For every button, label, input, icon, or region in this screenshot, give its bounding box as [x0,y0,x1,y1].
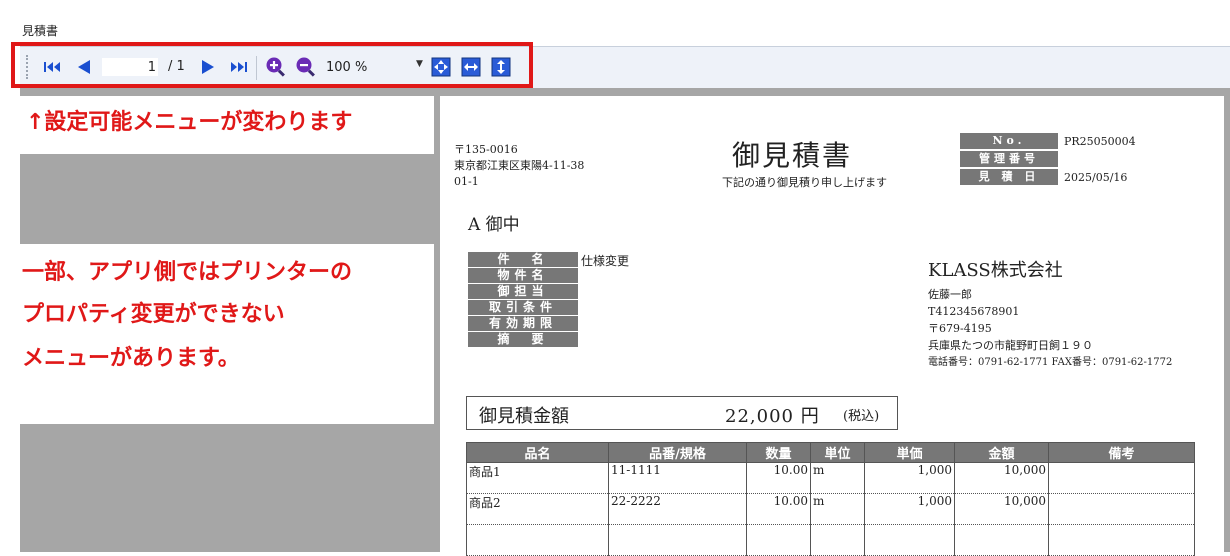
meta-label: 見 積 日 [960,169,1058,185]
printer-note-line: メニューがあります。 [22,346,240,371]
estimate-info-block: 件 名仕様変更 物件名 御担当 取引条件 有効期限 摘 要 [468,252,629,348]
table-cell [954,524,1049,556]
company-line: 〒679-4195 [928,322,992,335]
sender-address-line: 〒135-0016 [454,143,518,156]
column-header: 単価 [864,442,955,463]
info-label: 件 名 [468,252,578,267]
estimate-meta-block: No. PR25050004 管理番号 見 積 日 2025/05/16 [960,132,1136,186]
sender-address-line: 01-1 [454,175,479,188]
document-subtitle: 下記の通り御見積り申し上げます [722,176,887,189]
menu-note-text: ↑設定可能メニューが変わります [26,110,353,135]
info-value: 仕様変更 [581,254,630,268]
meta-label: 管理番号 [960,151,1058,167]
column-header: 品名 [466,442,609,463]
table-cell: m [810,462,865,494]
menu-note-panel: ↑設定可能メニューが変わります [20,96,434,154]
table-cell [1048,524,1195,556]
table-cell [1048,493,1195,525]
meta-value: 2025/05/16 [1064,170,1128,184]
table-cell: 10,000 [954,462,1049,494]
table-row [466,524,1195,556]
info-label: 摘 要 [468,332,578,347]
info-label: 取引条件 [468,300,578,315]
sender-address: 〒135-0016 東京都江東区東陽4-11-38 01-1 [454,142,584,190]
table-row: 商品2 22-2222 10.00 m 1,000 10,000 [466,493,1195,525]
column-header: 品番/規格 [608,442,747,463]
column-header: 金額 [954,442,1049,463]
company-line: 佐藤一郎 [928,288,972,301]
table-cell: 1,000 [864,462,955,494]
company-line: 兵庫県たつの市龍野町日飼１９０ [928,339,1093,352]
printer-note-line: プロパティ変更ができない [22,302,285,327]
company-block: KLASS株式会社 佐藤一郎 T412345678901 〒679-4195 兵… [928,256,1172,371]
table-cell [466,524,609,556]
meta-label: No. [960,133,1058,149]
table-cell: 10,000 [954,493,1049,525]
column-header: 単位 [810,442,865,463]
amount-label: 御見積金額 [479,406,569,427]
estimate-document-page: 〒135-0016 東京都江東区東陽4-11-38 01-1 御見積書 下記の通… [440,96,1224,556]
estimate-amount-box: 御見積金額 22,000 円 (税込) [466,396,898,430]
table-cell: 22-2222 [608,493,747,525]
table-cell: m [810,493,865,525]
amount-tax-note: (税込) [843,409,880,424]
table-cell: 商品2 [466,493,609,525]
amount-value: 22,000 円 [725,406,820,427]
table-cell [864,524,955,556]
table-cell [608,524,747,556]
column-header: 数量 [746,442,811,463]
info-label: 有効期限 [468,316,578,331]
meta-value: PR25050004 [1064,134,1136,148]
info-label: 物件名 [468,268,578,283]
column-header: 備考 [1048,442,1195,463]
table-cell [810,524,865,556]
table-cell: 10.00 [746,462,811,494]
printer-note-line: 一部、アプリ側ではプリンターの [22,260,353,285]
table-cell: 1,000 [864,493,955,525]
table-cell: 11-1111 [608,462,747,494]
line-items-table: 品名 品番/規格 数量 単位 単価 金額 備考 商品1 11-1111 10.0… [466,442,1195,556]
table-cell: 商品1 [466,462,609,494]
document-title: 御見積書 [732,139,853,172]
table-cell [746,524,811,556]
printer-note-panel: 一部、アプリ側ではプリンターの プロパティ変更ができない メニューがあります。 [20,244,434,424]
table-row: 商品1 11-1111 10.00 m 1,000 10,000 [466,462,1195,494]
company-name: KLASS株式会社 [928,260,1063,281]
sender-address-line: 東京都江東区東陽4-11-38 [454,159,585,172]
info-label: 御担当 [468,284,578,299]
window-title: 見積書 [22,24,59,38]
table-header-row: 品名 品番/規格 数量 単位 単価 金額 備考 [466,442,1195,463]
company-line: T412345678901 [928,305,1020,318]
table-cell [1048,462,1195,494]
toolbar-highlight-frame [11,42,533,88]
addressee: A 御中 [468,215,520,235]
table-cell: 10.00 [746,493,811,525]
company-line: 電話番号：0791-62-1771 FAX番号：0791-62-1772 [928,357,1173,368]
